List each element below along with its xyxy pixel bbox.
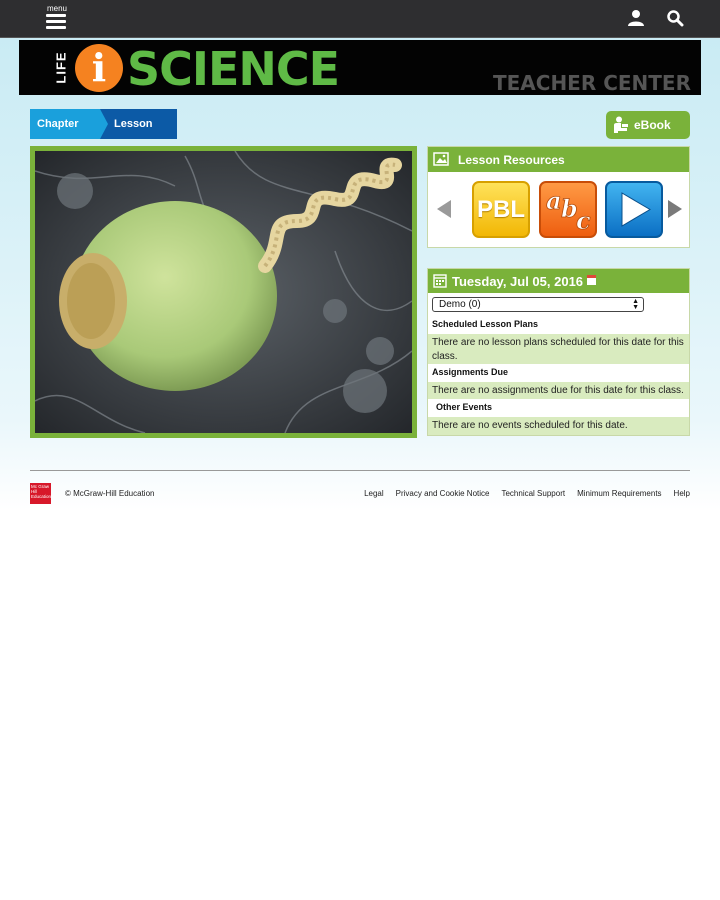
play-icon — [621, 192, 651, 227]
teacher-center-label: TEACHER CENTER — [492, 71, 691, 95]
calendar-header: Tuesday, Jul 05, 2016 — [428, 269, 689, 293]
date-picker-icon[interactable] — [587, 275, 596, 285]
other-events-label: Other Events — [436, 402, 493, 412]
image-icon — [433, 152, 449, 166]
footer-divider — [30, 470, 690, 471]
sperm-cell-micrograph — [35, 151, 412, 433]
pbl-label: PBL — [477, 196, 525, 223]
assignments-due-label: Assignments Due — [432, 367, 509, 377]
breadcrumb-lesson[interactable]: Lesson 2:… — [100, 109, 177, 160]
calendar-icon — [433, 274, 447, 288]
logo-i-circle: i — [75, 44, 123, 92]
abc-icon: a b c — [546, 186, 592, 236]
lesson-feature-image — [30, 146, 417, 438]
scheduled-lesson-plans-label: Scheduled Lesson Plans — [432, 319, 539, 329]
menu-button[interactable]: menu — [44, 4, 70, 34]
top-navigation-bar: menu — [0, 0, 720, 38]
resource-tile-pbl[interactable]: PBL — [472, 181, 530, 238]
search-icon[interactable] — [666, 9, 684, 27]
copyright-text: © McGraw-Hill Education — [65, 489, 155, 498]
footer-links: Legal Privacy and Cookie Notice Technica… — [364, 489, 690, 498]
lesson-resources-title: Lesson Resources — [458, 153, 565, 167]
breadcrumb-chapter[interactable]: Chapter 2:… — [30, 109, 108, 160]
logo-life-text: LIFE — [53, 51, 69, 84]
carousel-prev-arrow[interactable] — [437, 200, 451, 218]
footer-link-technical-support[interactable]: Technical Support — [501, 489, 565, 498]
resource-tile-video[interactable] — [605, 181, 663, 238]
menu-label: menu — [46, 4, 67, 13]
select-arrows-icon: ▲ ▼ — [632, 298, 639, 311]
calendar-date: Tuesday, Jul 05, 2016 — [452, 274, 584, 289]
scheduled-lesson-plans-message: There are no lesson plans scheduled for … — [428, 334, 689, 364]
calendar-panel: Tuesday, Jul 05, 2016 Demo (0) ▲ ▼ Schedu… — [427, 268, 690, 436]
svg-text:a: a — [546, 186, 562, 215]
menu-icon — [46, 14, 66, 32]
mcgraw-hill-logo: Mc Graw Hill Education — [30, 483, 51, 504]
lesson-resources-panel: Lesson Resources PBL a b c — [427, 146, 690, 248]
footer-link-legal[interactable]: Legal — [364, 489, 384, 498]
reader-icon — [614, 116, 628, 133]
lesson-resources-header: Lesson Resources — [428, 147, 689, 172]
svg-text:c: c — [576, 206, 591, 235]
ebook-button[interactable]: eBook — [606, 111, 690, 139]
assignments-due-message: There are no assignments due for this da… — [428, 382, 689, 399]
resource-tile-vocabulary[interactable]: a b c — [539, 181, 597, 238]
breadcrumb: Chapter 2:… Lesson 2:… — [30, 109, 177, 160]
user-icon[interactable] — [627, 9, 645, 27]
footer-link-minimum-requirements[interactable]: Minimum Requirements — [577, 489, 661, 498]
class-select[interactable]: Demo (0) ▲ ▼ — [432, 297, 644, 312]
carousel-next-arrow[interactable] — [668, 200, 682, 218]
footer-link-privacy[interactable]: Privacy and Cookie Notice — [396, 489, 490, 498]
other-events-message: There are no events scheduled for this d… — [428, 417, 689, 435]
footer-link-help[interactable]: Help — [674, 489, 690, 498]
site-banner: LIFE i SCIENCE TEACHER CENTER — [19, 40, 701, 95]
logo-science-text: SCIENCE — [127, 42, 340, 95]
ebook-label: eBook — [634, 118, 671, 132]
